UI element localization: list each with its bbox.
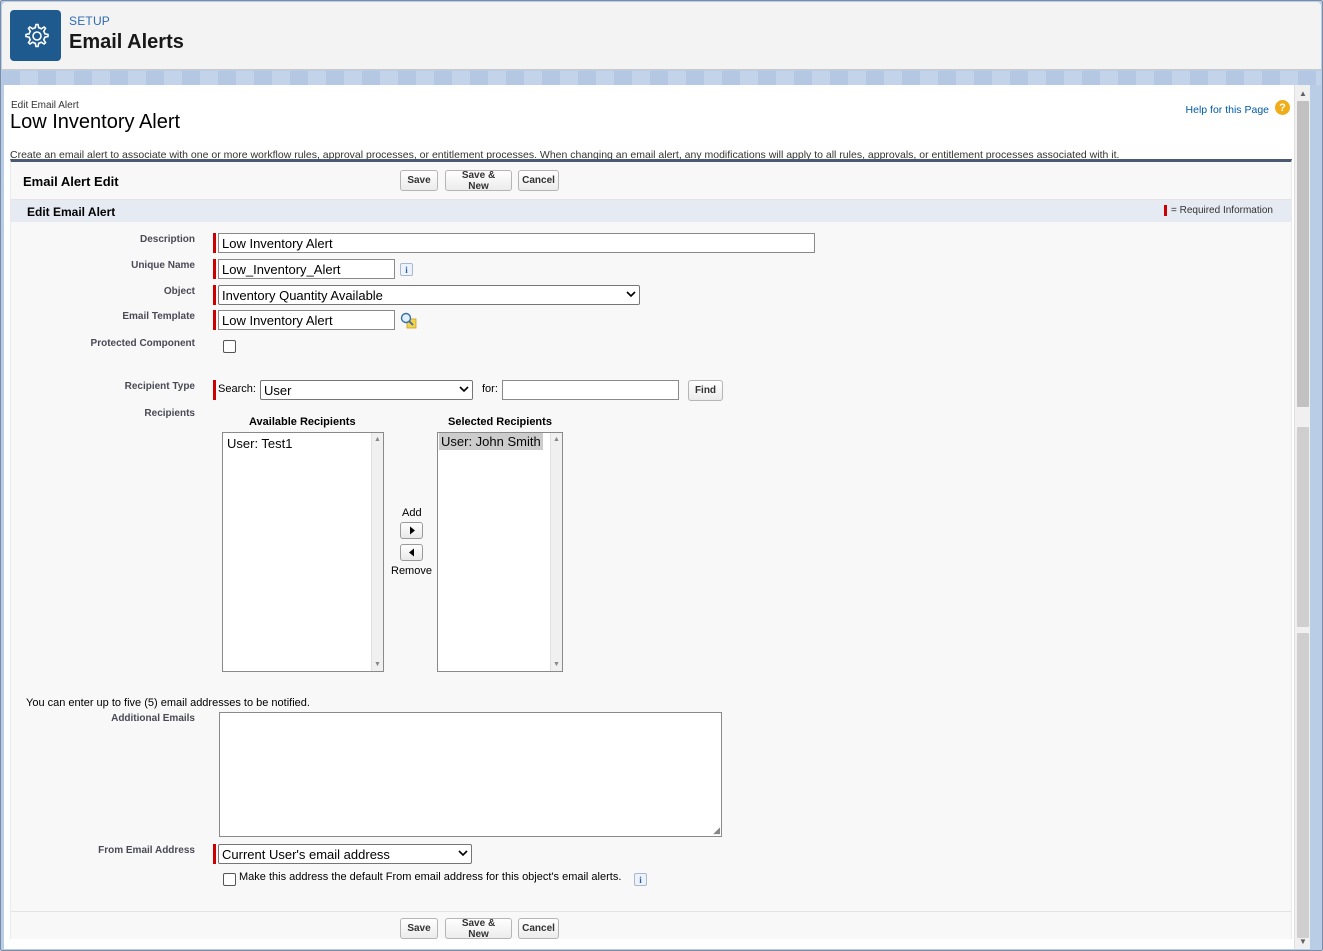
available-recipients-header: Available Recipients <box>249 416 356 428</box>
resize-grip-icon[interactable]: ◢ <box>713 826 720 835</box>
email-template-input[interactable]: Low Inventory Alert <box>218 310 395 330</box>
main-content: Edit Email Alert Low Inventory Alert Hel… <box>4 85 1294 949</box>
required-indicator <box>213 380 216 400</box>
required-legend-text: = Required Information <box>1170 205 1273 216</box>
arrow-right-icon <box>409 526 415 535</box>
save-and-new-button[interactable]: Save & New <box>445 170 512 192</box>
help-link[interactable]: Help for this Page <box>1186 104 1269 116</box>
cancel-button[interactable]: Cancel <box>518 170 559 191</box>
save-button-bottom[interactable]: Save <box>400 918 438 939</box>
recipient-type-value: User <box>264 382 292 398</box>
setup-header: SETUP Email Alerts <box>2 2 1321 70</box>
chevron-down-icon <box>458 849 468 860</box>
email-template-label: Email Template <box>122 311 195 322</box>
required-indicator <box>213 259 216 279</box>
chevron-down-icon <box>459 385 469 396</box>
description-label: Description <box>139 234 195 245</box>
required-indicator <box>213 233 216 253</box>
additional-emails-label: Additional Emails <box>111 713 195 724</box>
save-button[interactable]: Save <box>400 170 438 191</box>
list-item[interactable]: User: John Smith <box>439 433 543 450</box>
unique-name-label: Unique Name <box>131 260 195 271</box>
arrow-left-icon <box>408 548 414 557</box>
from-email-select[interactable]: Current User's email address <box>218 844 472 864</box>
search-label: Search: <box>218 383 256 395</box>
section-header: Edit Email Alert = Required Information <box>11 200 1291 222</box>
save-and-new-button-bottom[interactable]: Save & New <box>445 918 512 940</box>
description-input[interactable]: Low Inventory Alert <box>218 233 815 253</box>
cancel-button-bottom[interactable]: Cancel <box>518 918 559 939</box>
scroll-up-icon[interactable]: ▲ <box>1299 90 1307 98</box>
divider <box>11 911 1291 912</box>
info-icon[interactable]: i <box>634 873 647 886</box>
page-block-title: Email Alert Edit <box>23 174 119 189</box>
chevron-down-icon <box>626 290 636 301</box>
scroll-down-icon[interactable]: ▼ <box>553 661 560 668</box>
required-indicator <box>213 285 216 305</box>
setup-label: SETUP <box>69 14 111 28</box>
selected-recipients-list[interactable]: User: John Smith ▲ ▼ <box>437 432 563 672</box>
from-email-value: Current User's email address <box>222 846 390 862</box>
list-item[interactable]: User: Test1 <box>225 435 295 452</box>
required-indicator <box>213 844 216 864</box>
default-from-checkbox[interactable] <box>223 873 236 886</box>
object-select-value: Inventory Quantity Available <box>222 287 383 303</box>
for-label: for: <box>482 383 498 395</box>
object-label: Object <box>163 286 195 297</box>
unique-name-input[interactable]: Low_Inventory_Alert <box>218 259 395 279</box>
selected-recipients-header: Selected Recipients <box>448 416 552 428</box>
decorative-banner <box>2 71 1321 85</box>
protected-component-label: Protected Component <box>90 338 195 349</box>
recipients-label: Recipients <box>144 408 195 419</box>
scroll-up-icon[interactable]: ▲ <box>374 436 381 443</box>
add-label: Add <box>402 507 422 519</box>
add-button[interactable] <box>400 522 423 539</box>
find-button[interactable]: Find <box>688 380 723 401</box>
list-scrollbar[interactable]: ▲ ▼ <box>550 433 562 671</box>
object-select[interactable]: Inventory Quantity Available <box>218 285 640 305</box>
page-block-header: Email Alert Edit Save Save & New Cancel <box>11 162 1291 200</box>
recipient-type-label: Recipient Type <box>124 381 195 392</box>
available-recipients-list[interactable]: User: Test1 ▲ ▼ <box>222 432 384 672</box>
section-title: Edit Email Alert <box>27 205 116 219</box>
scroll-thumb-tertiary[interactable] <box>1297 633 1309 938</box>
scroll-thumb[interactable] <box>1297 101 1309 407</box>
additional-emails-textarea[interactable]: ◢ <box>219 712 722 837</box>
page-scrollbar[interactable]: ▲ ▼ <box>1294 85 1310 949</box>
app-window: SETUP Email Alerts Edit Email Alert Low … <box>0 0 1323 951</box>
recipient-type-select[interactable]: User <box>260 380 473 400</box>
remove-button[interactable] <box>400 544 423 561</box>
required-marker <box>1163 205 1167 216</box>
scroll-down-icon[interactable]: ▼ <box>1299 938 1307 946</box>
page-header-title: Email Alerts <box>69 31 184 53</box>
edit-label: Edit Email Alert <box>11 100 79 111</box>
help-icon[interactable]: ? <box>1275 100 1290 115</box>
scroll-down-icon[interactable]: ▼ <box>374 661 381 668</box>
list-scrollbar[interactable]: ▲ ▼ <box>371 433 383 671</box>
remove-label: Remove <box>391 565 432 577</box>
from-email-label: From Email Address <box>98 845 195 856</box>
info-icon[interactable]: i <box>400 263 413 276</box>
lookup-icon[interactable] <box>399 311 417 329</box>
gear-icon <box>10 10 61 61</box>
additional-emails-note: You can enter up to five (5) email addre… <box>26 697 310 709</box>
email-alert-form: Email Alert Edit Save Save & New Cancel … <box>10 159 1292 940</box>
scroll-up-icon[interactable]: ▲ <box>553 436 560 443</box>
required-indicator <box>213 310 216 330</box>
protected-component-checkbox[interactable] <box>223 340 236 353</box>
default-from-label: Make this address the default From email… <box>239 871 622 883</box>
required-legend: = Required Information <box>1163 205 1273 216</box>
scroll-thumb-secondary[interactable] <box>1297 427 1309 627</box>
record-title: Low Inventory Alert <box>10 111 181 133</box>
recipient-search-input[interactable] <box>502 380 679 400</box>
